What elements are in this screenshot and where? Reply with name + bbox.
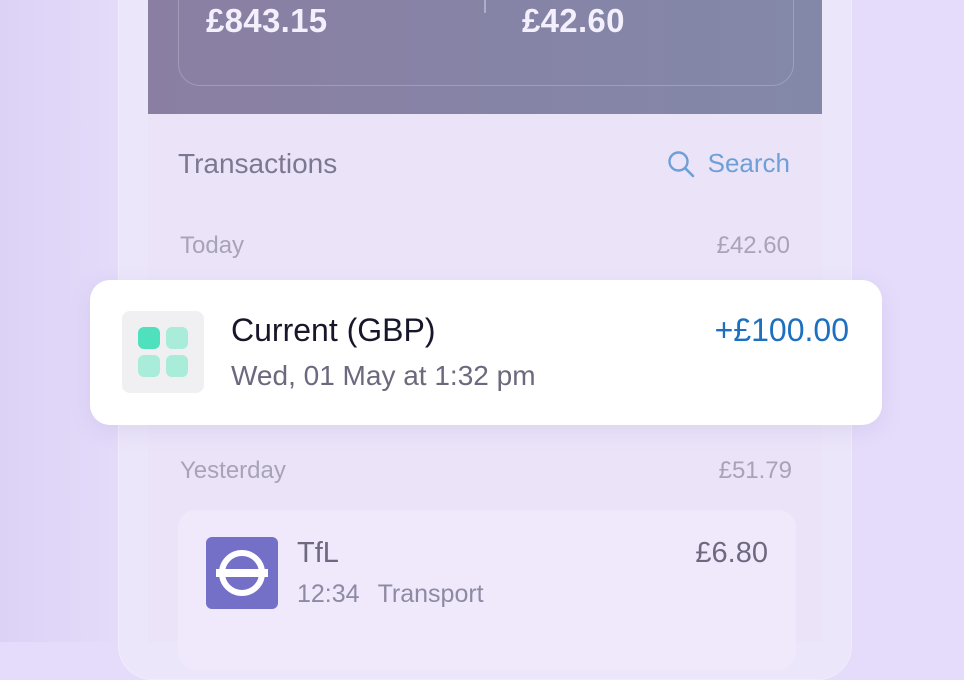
grid-icon [122,311,204,393]
transactions-title: Transactions [178,148,338,179]
tfl-roundel-icon [206,537,278,609]
transaction-amount: £6.80 [695,537,768,569]
balance-divider [484,0,486,13]
search-label: Search [707,148,790,178]
group-label-today: Today [180,232,245,259]
tfl-roundel-icon-graphic [216,550,268,596]
grid-square [138,355,160,377]
search-icon [667,150,694,177]
group-total-today: £42.60 [716,232,790,259]
merchant-name: TfL [297,537,339,569]
balance-header: £843.15 £42.60 [148,0,822,114]
group-total-yesterday: £51.79 [718,457,792,484]
highlighted-transaction-card[interactable]: Current (GBP) Wed, 01 May at 1:32 pm +£1… [90,280,882,425]
transaction-datetime: Wed, 01 May at 1:32 pm [231,360,536,391]
balance-amount-left: £843.15 [206,2,328,39]
transaction-category: Transport [377,580,484,608]
transaction-amount: +£100.00 [714,312,849,348]
grid-square [166,355,188,377]
transaction-meta: 12:34 Transport [297,580,484,609]
grid-square [138,327,160,349]
transaction-title: Current (GBP) [231,312,436,348]
transaction-row[interactable]: TfL 12:34 Transport £6.80 [178,510,796,670]
group-label-yesterday: Yesterday [180,457,286,484]
grid-square [166,327,188,349]
search-button[interactable]: Search [666,148,790,179]
balance-amount-right: £42.60 [522,2,625,39]
transaction-time: 12:34 [297,580,360,608]
